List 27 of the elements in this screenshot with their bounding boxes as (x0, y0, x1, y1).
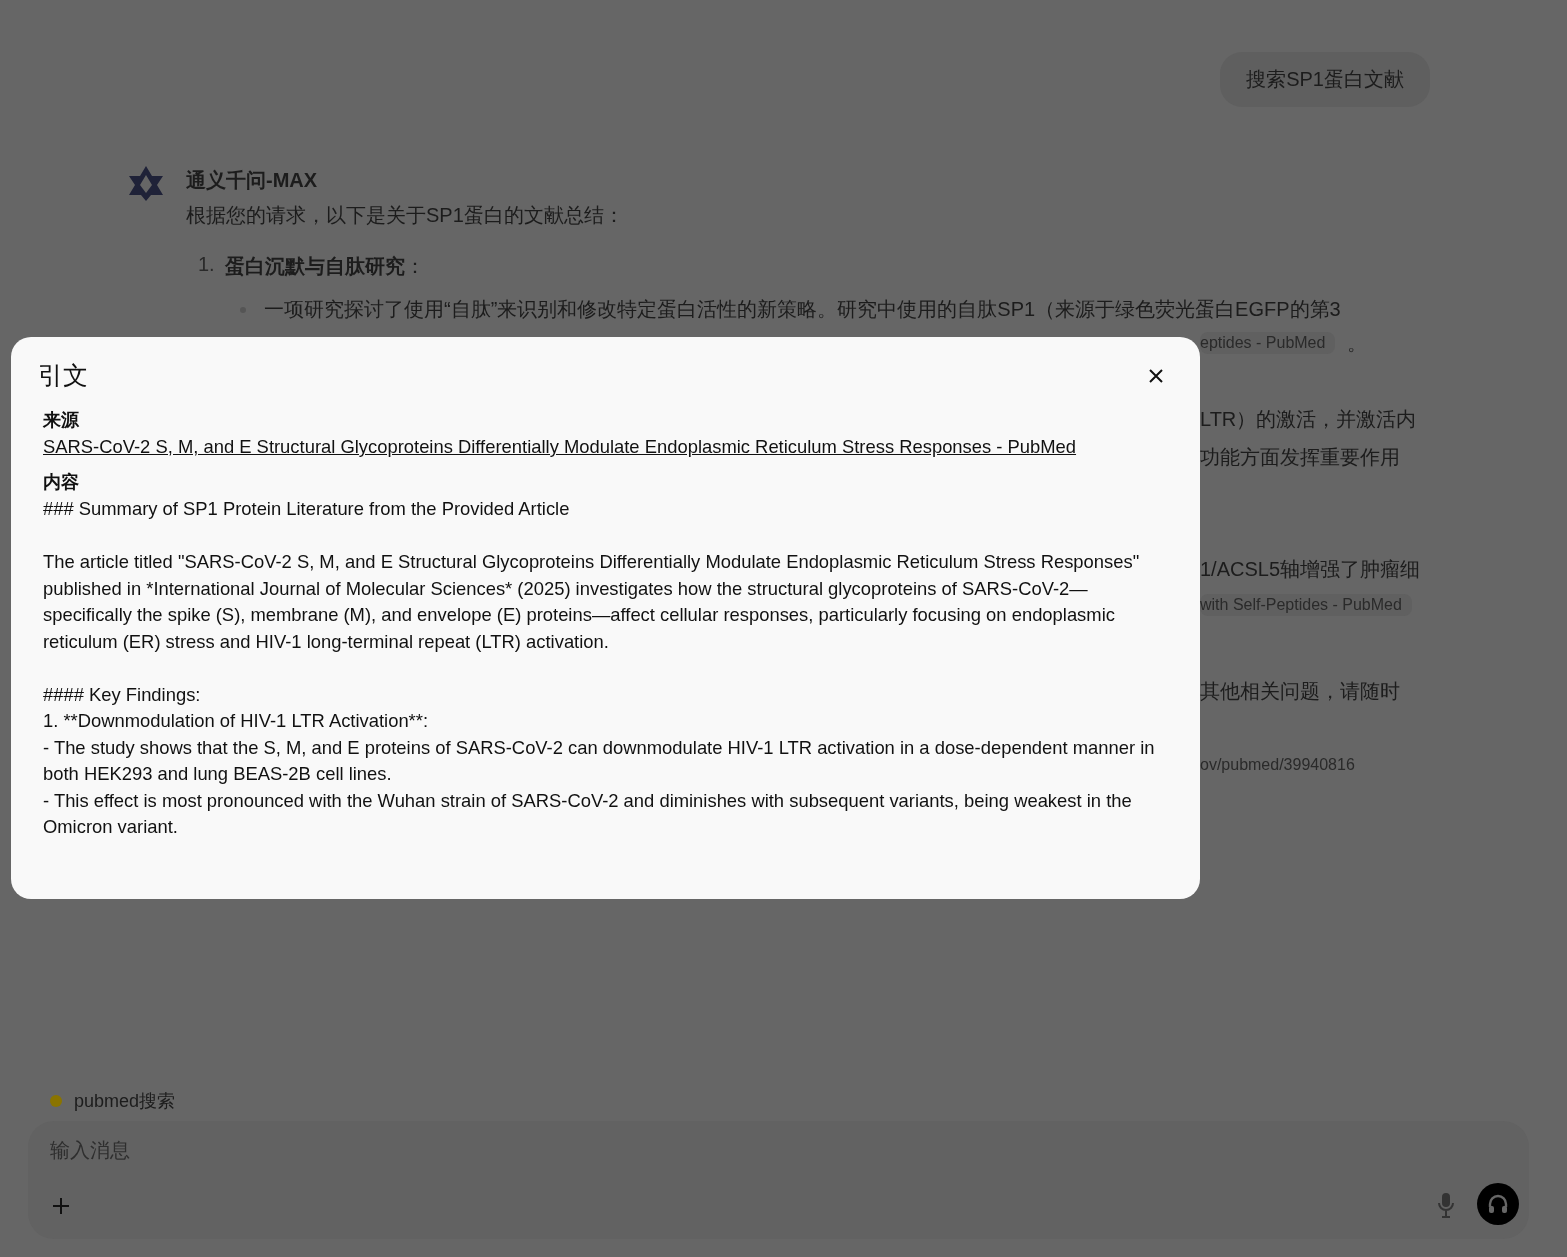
response-text: 根据您的请求，以下是关于SP1蛋白的文献总结： (186, 203, 625, 228)
content-text: - This effect is most pronounced with the Wuhan strain of SARS-CoV-2 and diminishes with subsequent variants, being weakest in the Omicron variant. (43, 788, 1133, 839)
headphones-icon (1486, 1192, 1510, 1216)
source-label: 来源 (43, 409, 80, 432)
content-text: #### Key Findings: (43, 682, 202, 707)
response-text: 1/ACSL5轴增强了肿瘤细 (1200, 556, 1421, 582)
content-label: 内容 (43, 471, 80, 494)
assistant-name: 通义千问-MAX (186, 168, 319, 193)
response-text: 功能方面发挥重要作用 (1200, 444, 1400, 470)
source-link[interactable]: SARS-CoV-2 S, M, and E Structural Glycoproteins Differentially Modulate Endoplasmic Reticulum Stress Responses - PubMed (43, 436, 1077, 458)
response-text: 。 (1347, 330, 1368, 356)
content-text: 1. **Downmodulation of HIV-1 LTR Activation**: (43, 709, 430, 733)
list-number: 1. (198, 253, 215, 277)
plus-icon[interactable] (50, 1195, 72, 1217)
response-text: 其他相关问题，请随时 (1200, 678, 1400, 704)
response-text: 一项研究探讨了使用“自肽”来识别和修改特定蛋白活性的新策略。研究中使用的自肽SP1（来源于绿色荧光蛋白EGFP的第3 (264, 297, 1341, 322)
tool-status-label: pubmed搜索 (74, 1090, 176, 1113)
content-text: ### Summary of SP1 Protein Literature from the Provided Article (43, 497, 571, 521)
response-text: LTR）的激活，并激活内 (1200, 406, 1417, 432)
microphone-icon[interactable] (1437, 1192, 1455, 1218)
user-message-bubble: 搜索SP1蛋白文献 (1220, 52, 1430, 107)
content-text: - The study shows that the S, M, and E proteins of SARS-CoV-2 can downmodulate HIV-1 LTR activation in a dose-dependent manner in both HEK293 and lung BEAS-2B cell lines. (43, 735, 1156, 786)
voice-call-button[interactable] (1477, 1183, 1519, 1225)
list-item-heading: 蛋白沉默与自肽研究： (224, 254, 425, 279)
content-text: The article titled "SARS-CoV-2 S, M, and E Structural Glycoproteins Differentially Modulate Endoplasmic Reticulum Stress Responses" published in *International Journal of Molecular Sciences* (2025) investigates how the structural glycoproteins of SARS-CoV-2—specifically the spike (S), membrane (M), and envelope (E) proteins—affect cellular responses, particularly focusing on endoplasmic reticulum (ER) stress and HIV-1 long-terminal repeat (LTR) activation. (43, 550, 1141, 654)
dialog-title: 引文 (38, 360, 88, 391)
reference-link[interactable]: ov/pubmed/39940816 (1200, 756, 1355, 774)
